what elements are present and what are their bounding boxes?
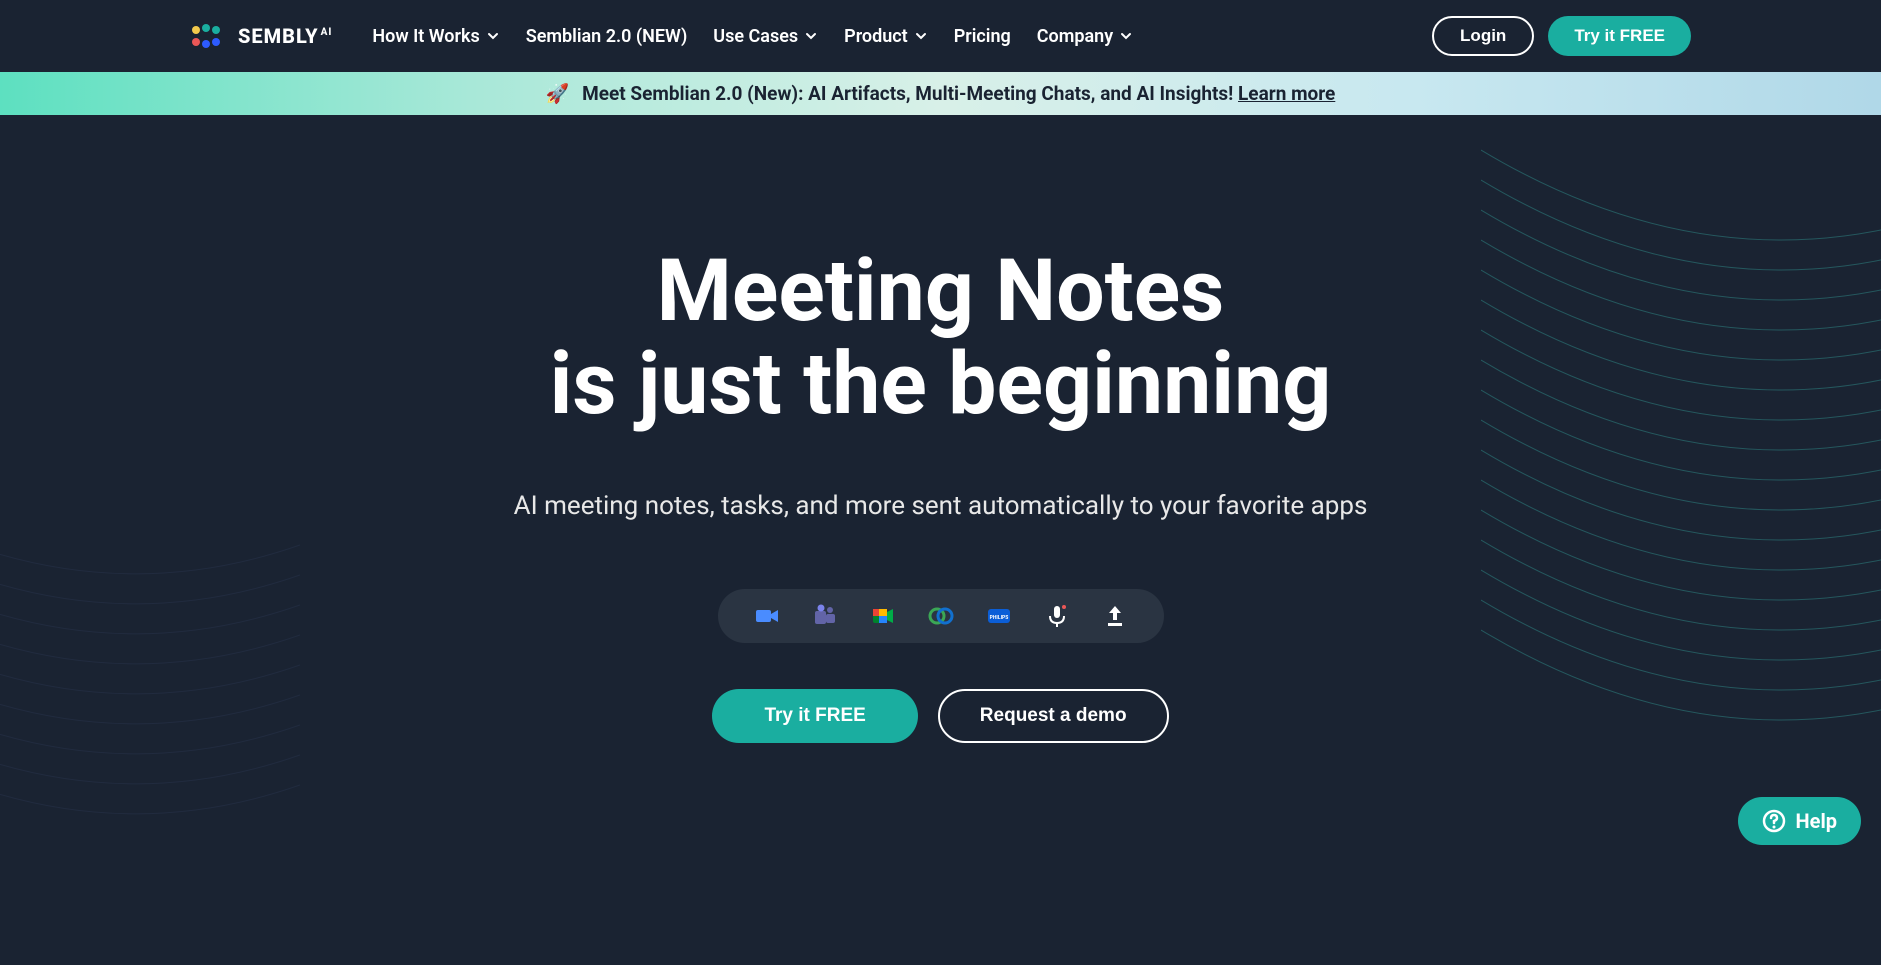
nav-item-product[interactable]: Product [844, 26, 928, 47]
chevron-down-icon [804, 29, 818, 43]
nav-item-semblian-2-0-new[interactable]: Semblian 2.0 (NEW) [526, 26, 688, 47]
zoom-icon [754, 603, 780, 629]
rocket-icon: 🚀 [546, 82, 570, 105]
nav-label: Pricing [954, 26, 1011, 47]
nav-item-how-it-works[interactable]: How It Works [372, 26, 499, 47]
integrations-bar: PHILIPS [718, 589, 1164, 643]
svg-text:PHILIPS: PHILIPS [989, 615, 1008, 621]
banner-text: Meet Semblian 2.0 (New): AI Artifacts, M… [582, 82, 1238, 105]
help-label: Help [1796, 809, 1837, 833]
upload-icon [1102, 603, 1128, 629]
request-demo-button[interactable]: Request a demo [938, 689, 1169, 743]
hero-section: Meeting Notes is just the beginning AI m… [0, 115, 1881, 743]
nav-item-use-cases[interactable]: Use Cases [713, 26, 818, 47]
help-widget[interactable]: Help [1738, 797, 1861, 845]
logo-mark-icon [190, 22, 230, 50]
nav-label: Company [1037, 26, 1113, 47]
webex-icon [928, 603, 954, 629]
chevron-down-icon [1119, 29, 1133, 43]
main-header: SEMBLYAI How It Works Semblian 2.0 (NEW) U… [0, 0, 1881, 72]
nav-item-company[interactable]: Company [1037, 26, 1133, 47]
google-meet-icon [870, 603, 896, 629]
hero-title: Meeting Notes is just the beginning [0, 245, 1881, 431]
try-free-header-button[interactable]: Try it FREE [1548, 16, 1691, 56]
nav-item-pricing[interactable]: Pricing [954, 26, 1011, 47]
chevron-down-icon [914, 29, 928, 43]
teams-icon [812, 603, 838, 629]
login-button[interactable]: Login [1432, 16, 1534, 56]
hero-cta-row: Try it FREE Request a demo [0, 689, 1881, 743]
try-free-hero-button[interactable]: Try it FREE [712, 689, 917, 743]
nav-label: Semblian 2.0 (NEW) [526, 26, 688, 47]
help-icon [1762, 809, 1786, 833]
nav-label: How It Works [372, 26, 479, 47]
announcement-banner: 🚀 Meet Semblian 2.0 (New): AI Artifacts,… [0, 72, 1881, 115]
banner-learn-more-link[interactable]: Learn more [1238, 82, 1335, 105]
microphone-icon [1044, 603, 1070, 629]
hero-subtitle: AI meeting notes, tasks, and more sent a… [0, 491, 1881, 521]
chevron-down-icon [486, 29, 500, 43]
philips-icon: PHILIPS [986, 603, 1012, 629]
nav-label: Use Cases [713, 26, 798, 47]
logo[interactable]: SEMBLYAI [190, 22, 332, 50]
logo-text: SEMBLYAI [238, 24, 332, 48]
nav-label: Product [844, 26, 908, 47]
main-nav: How It Works Semblian 2.0 (NEW) Use Cases P… [372, 26, 1133, 47]
